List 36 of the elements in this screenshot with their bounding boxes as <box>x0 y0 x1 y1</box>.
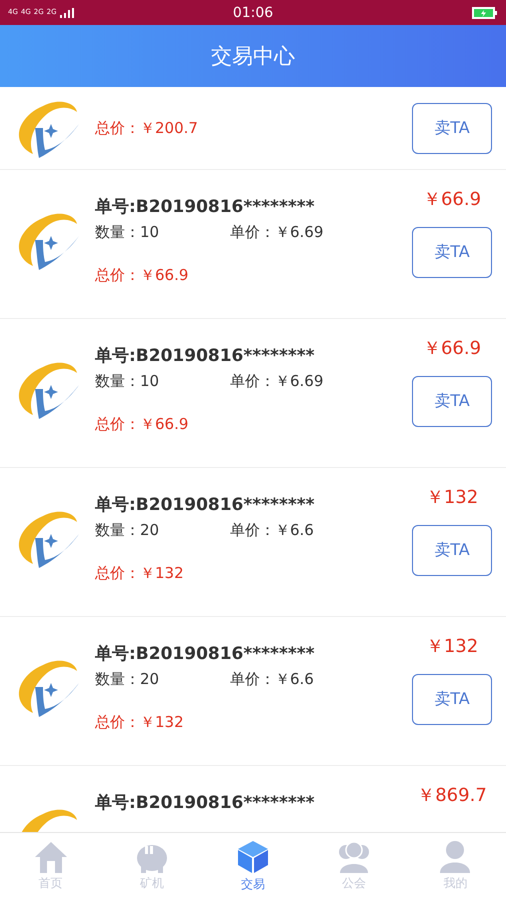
order-number: 单号:B20190816******** <box>95 346 315 366</box>
unit-price-text: 单价：￥6.6 <box>230 670 314 690</box>
price-text: ￥66.9 <box>422 338 482 359</box>
house-icon <box>34 841 68 873</box>
page-title: 交易中心 <box>211 43 295 70</box>
quantity-text: 数量：10 <box>95 372 160 392</box>
price-text: ￥869.7 <box>417 785 487 806</box>
sell-button[interactable]: 卖TA <box>412 376 492 427</box>
total-price-text: 总价：￥132 <box>95 713 184 731</box>
clock-time: 01:06 <box>232 4 274 20</box>
cube-icon <box>236 840 270 874</box>
person-icon <box>438 841 472 873</box>
quantity-text: 数量：10 <box>95 223 160 243</box>
total-price-text: 总价：￥200.7 <box>95 119 198 137</box>
price-text: ￥132 <box>426 636 478 657</box>
order-number: 单号:B20190816******** <box>95 793 315 813</box>
price-text: ￥132 <box>426 487 478 508</box>
sell-button[interactable]: 卖TA <box>412 674 492 725</box>
order-number: 单号:B20190816******** <box>95 495 315 515</box>
sell-button[interactable]: 卖TA <box>412 525 492 576</box>
total-price-text: 总价：￥132 <box>95 564 184 582</box>
order-number: 单号:B20190816******** <box>95 197 315 217</box>
unit-price-text: 单价：￥6.6 <box>230 521 314 541</box>
tab-item[interactable]: 交易 <box>202 833 304 900</box>
total-price-text: 总价：￥66.9 <box>95 266 188 284</box>
price-text: ￥66.9 <box>422 189 482 210</box>
order-number: 单号:B20190816******** <box>95 644 315 664</box>
quantity-text: 数量：20 <box>95 521 160 541</box>
sell-button[interactable]: 卖TA <box>412 102 492 154</box>
unit-price-text: 单价：￥6.69 <box>230 372 324 392</box>
sell-button[interactable]: 卖TA <box>412 227 492 278</box>
battery-icon <box>472 6 498 18</box>
unit-price-text: 单价：￥6.69 <box>230 223 324 243</box>
total-price-text: 总价：￥66.9 <box>95 415 188 433</box>
signal-icon <box>60 8 74 18</box>
quantity-text: 数量：20 <box>95 670 160 690</box>
